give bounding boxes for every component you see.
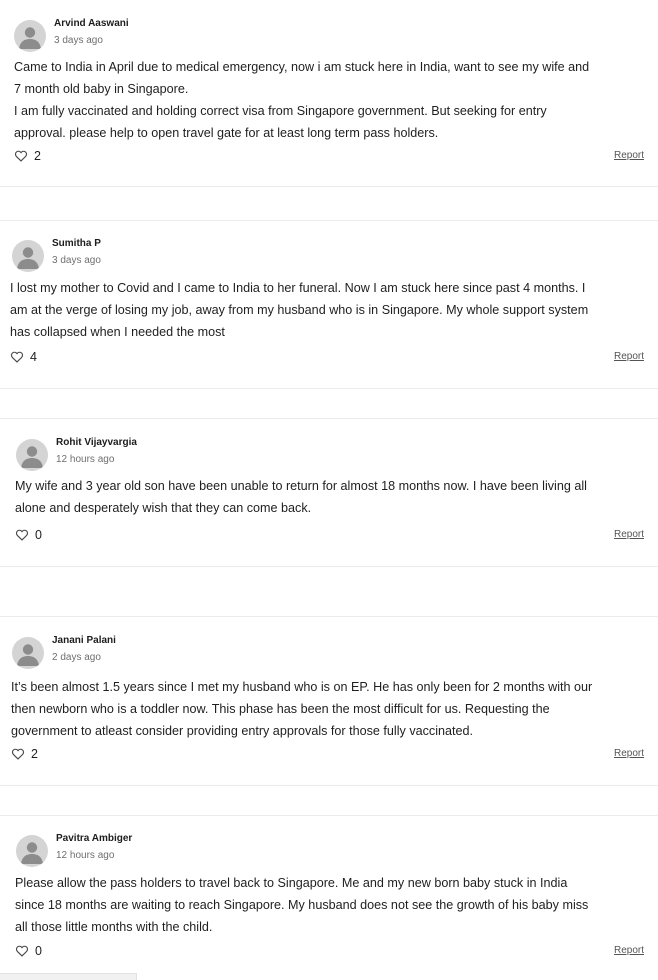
avatar (16, 835, 48, 867)
comment-actions: 4 Report (10, 350, 644, 370)
comment-text-line: has collapsed when I needed the most (10, 325, 225, 339)
divider (0, 815, 658, 816)
comment-text-line: all those little months with the child. (15, 920, 213, 934)
like-count: 0 (35, 528, 42, 542)
comment-text-line: Came to India in April due to medical em… (14, 60, 590, 74)
divider (0, 418, 658, 419)
user-silhouette-icon (17, 247, 39, 269)
comment-actions: 0 Report (15, 944, 644, 964)
divider (0, 220, 658, 221)
avatar (12, 637, 44, 669)
divider (0, 616, 658, 617)
comment-text-line: It’s been almost 1.5 years since I met m… (11, 680, 593, 694)
like-button[interactable]: 4 (10, 350, 37, 364)
user-silhouette-icon (19, 27, 41, 49)
comment-text-line: Please allow the pass holders to travel … (15, 876, 568, 890)
heart-outline-icon[interactable] (10, 350, 24, 364)
comment-timestamp: 3 days ago (54, 35, 103, 46)
comment-timestamp: 3 days ago (52, 255, 101, 266)
divider (0, 785, 658, 786)
comment-actions: 2 Report (11, 747, 644, 767)
comment-text-line: since 18 months are waiting to reach Sin… (15, 898, 589, 912)
user-silhouette-icon (17, 644, 39, 666)
avatar (14, 20, 46, 52)
like-button[interactable]: 0 (15, 528, 42, 542)
comment-text-line: My wife and 3 year old son have been una… (15, 479, 587, 493)
like-count: 0 (35, 944, 42, 958)
comment-actions: 0 Report (15, 528, 644, 548)
comment-text-line: am at the verge of losing my job, away f… (10, 303, 589, 317)
comment-text-line: government to atleast consider providing… (11, 724, 474, 738)
avatar (16, 439, 48, 471)
comment-timestamp: 12 hours ago (56, 850, 115, 861)
comment-body: Came to India in April due to medical em… (14, 56, 589, 144)
comment-text-line: I lost my mother to Covid and I came to … (10, 281, 586, 295)
comment-body: Please allow the pass holders to travel … (15, 872, 588, 938)
comment-timestamp: 2 days ago (52, 652, 101, 663)
divider (0, 186, 658, 187)
comment-body: It’s been almost 1.5 years since I met m… (11, 676, 592, 742)
comment-text-line: approval. please help to open travel gat… (14, 126, 439, 140)
like-button[interactable]: 2 (11, 747, 38, 761)
like-button[interactable]: 0 (15, 944, 42, 958)
report-link[interactable]: Report (614, 945, 644, 956)
like-count: 2 (34, 149, 41, 163)
like-button[interactable]: 2 (14, 149, 41, 163)
report-link[interactable]: Report (614, 351, 644, 362)
comment-author-name: Pavitra Ambiger (56, 833, 133, 844)
report-link[interactable]: Report (614, 529, 644, 540)
comment-text-line: alone and desperately wish that they can… (15, 501, 312, 515)
comment-body: I lost my mother to Covid and I came to … (10, 277, 588, 343)
comment-text-line: then newborn who is a toddler now. This … (11, 702, 550, 716)
heart-outline-icon[interactable] (11, 747, 25, 761)
like-count: 2 (31, 747, 38, 761)
divider (0, 566, 658, 567)
comment-text-line: 7 month old baby in Singapore. (14, 82, 189, 96)
comment-author-name: Arvind Aaswani (54, 18, 129, 29)
heart-outline-icon[interactable] (14, 149, 28, 163)
like-count: 4 (30, 350, 37, 364)
divider (0, 388, 658, 389)
comment-author-name: Sumitha P (52, 238, 101, 249)
heart-outline-icon[interactable] (15, 944, 29, 958)
comment-timestamp: 12 hours ago (56, 454, 115, 465)
comment-author-name: Janani Palani (52, 635, 116, 646)
report-link[interactable]: Report (614, 150, 644, 161)
comment-body: My wife and 3 year old son have been una… (15, 475, 587, 519)
user-silhouette-icon (21, 842, 43, 864)
avatar (12, 240, 44, 272)
comment-text-line: I am fully vaccinated and holding correc… (14, 104, 547, 118)
heart-outline-icon[interactable] (15, 528, 29, 542)
comment-author-name: Rohit Vijayvargia (56, 437, 137, 448)
report-link[interactable]: Report (614, 748, 644, 759)
comment-actions: 2 Report (14, 149, 644, 169)
user-silhouette-icon (21, 446, 43, 468)
